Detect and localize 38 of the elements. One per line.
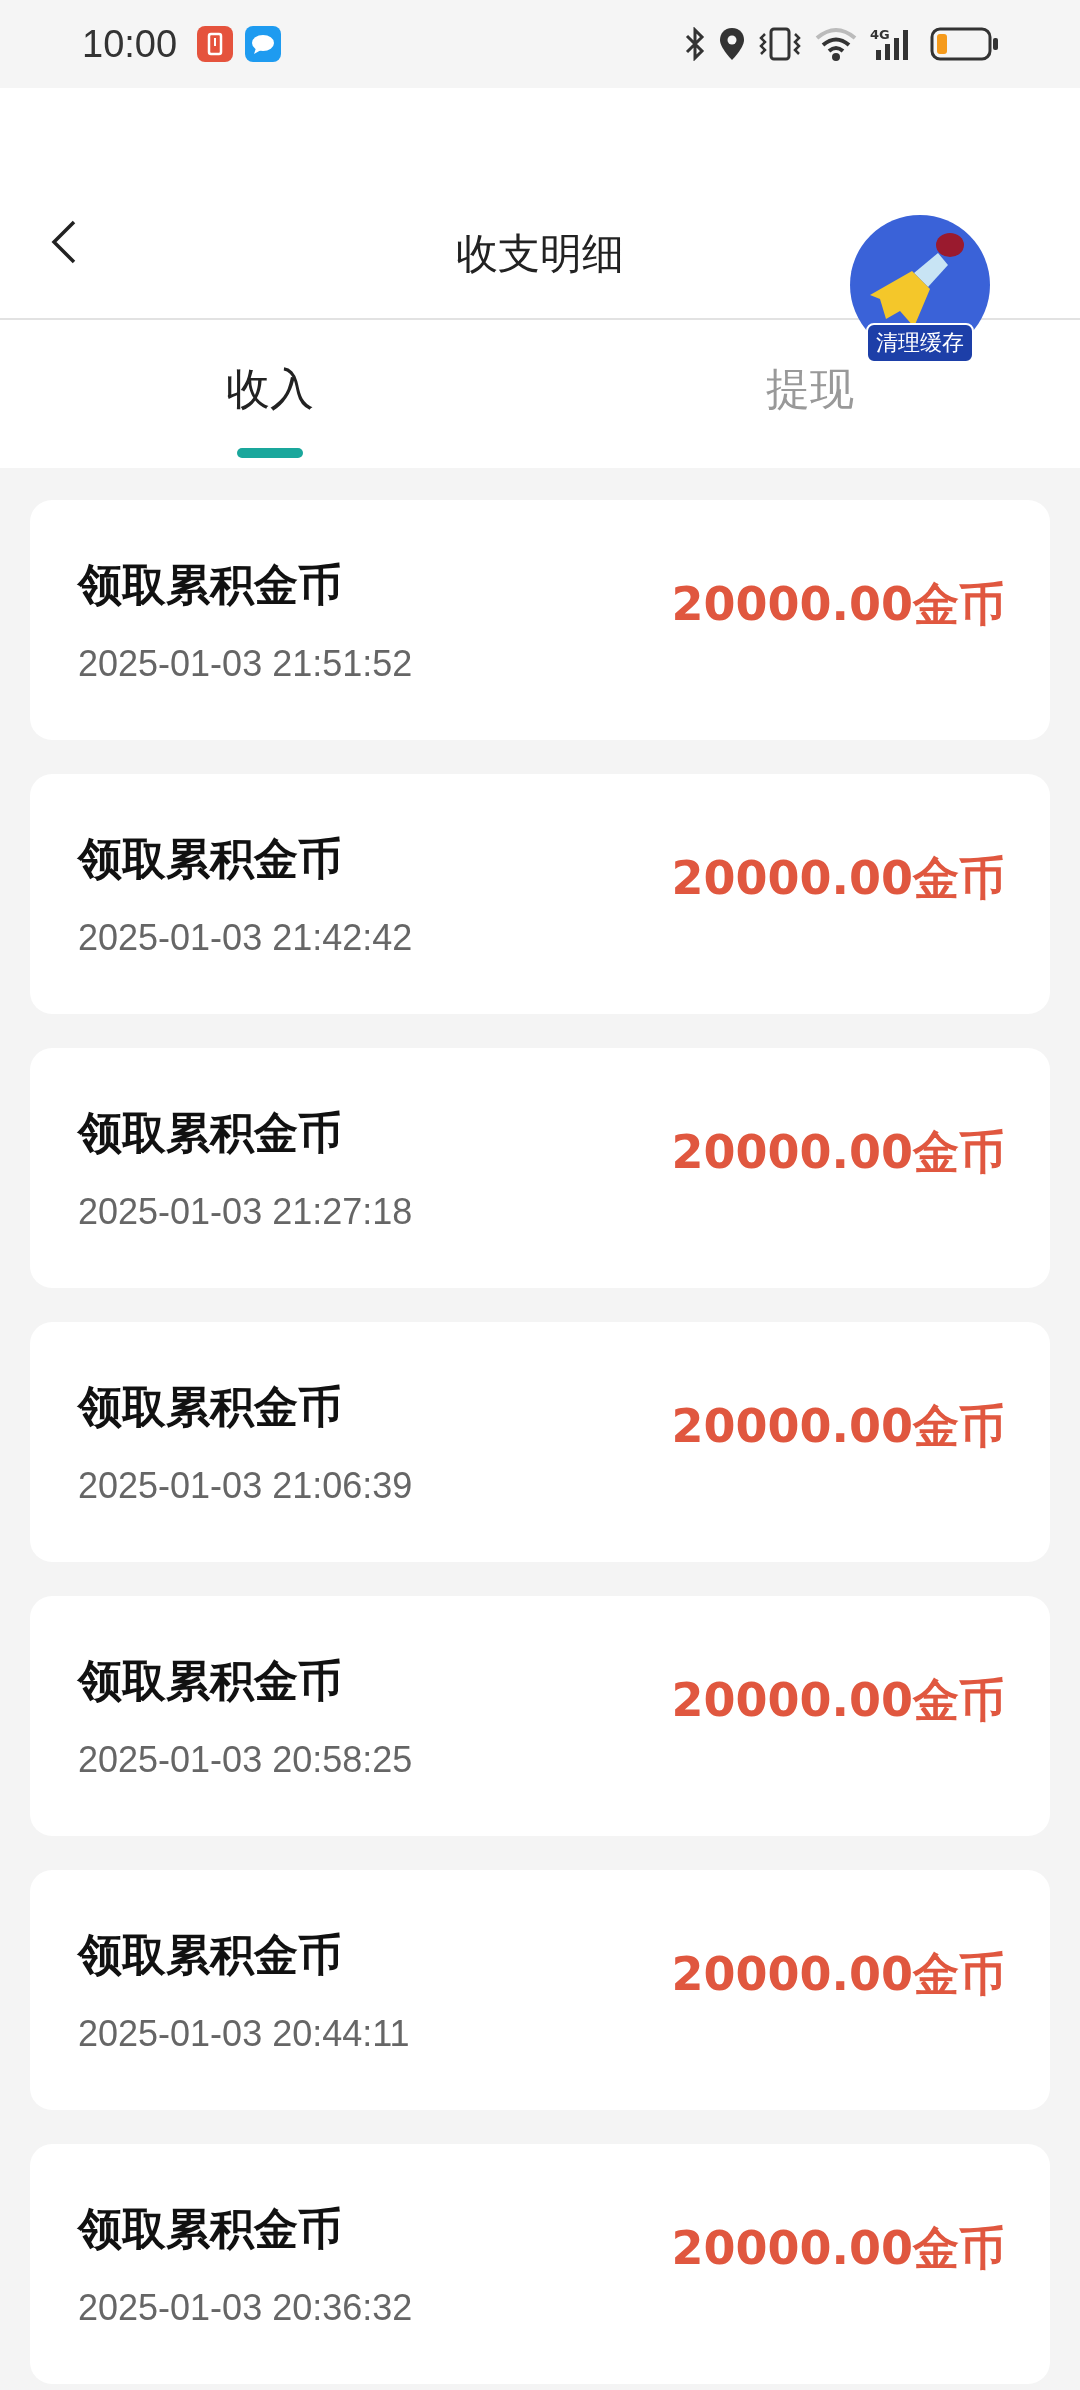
record-title: 领取累积金币 — [78, 1105, 343, 1160]
status-time: 10:00 — [82, 22, 178, 66]
page-title: 收支明细 — [456, 228, 624, 280]
record-time: 2025-01-03 21:06:39 — [78, 1464, 414, 1507]
record-title: 领取累积金币 — [78, 557, 343, 612]
record-title: 领取累积金币 — [78, 831, 343, 886]
record-time: 2025-01-03 21:51:52 — [78, 642, 414, 685]
record-card[interactable]: 领取累积金币 2025-01-03 21:51:52 20000.00金币 — [30, 500, 1050, 740]
record-time: 2025-01-03 20:36:32 — [78, 2286, 414, 2329]
record-title: 领取累积金币 — [78, 1653, 343, 1708]
record-time: 2025-01-03 20:44:11 — [78, 2012, 411, 2055]
record-time: 2025-01-03 21:42:42 — [78, 916, 414, 959]
record-amount: 20000.00金币 — [671, 850, 1005, 907]
record-title: 领取累积金币 — [78, 2201, 343, 2256]
record-amount: 20000.00金币 — [671, 1398, 1005, 1455]
battery-alert-icon — [197, 26, 234, 62]
record-title: 领取累积金币 — [78, 1379, 343, 1434]
record-card[interactable]: 领取累积金币 2025-01-03 20:44:11 20000.00金币 — [30, 1870, 1050, 2110]
record-amount: 20000.00金币 — [671, 2220, 1005, 2277]
record-amount: 20000.00金币 — [671, 1672, 1005, 1729]
record-card[interactable]: 领取累积金币 2025-01-03 21:27:18 20000.00金币 — [30, 1048, 1050, 1288]
record-card[interactable]: 领取累积金币 2025-01-03 20:58:25 20000.00金币 — [30, 1596, 1050, 1836]
message-app-icon — [245, 26, 282, 62]
bluetooth-icon — [684, 27, 706, 61]
record-time: 2025-01-03 20:58:25 — [78, 1738, 414, 1781]
record-amount: 20000.00金币 — [671, 576, 1005, 633]
record-time: 2025-01-03 21:27:18 — [78, 1190, 414, 1233]
tab[interactable]: 收入 — [0, 320, 540, 468]
record-title: 领取累积金币 — [78, 1927, 343, 1982]
record-amount: 20000.00金币 — [671, 1946, 1005, 2003]
record-amount: 20000.00金币 — [671, 1124, 1005, 1181]
location-icon — [718, 26, 746, 62]
wifi-icon — [814, 26, 858, 62]
battery-icon — [930, 26, 1000, 62]
record-card[interactable]: 领取累积金币 2025-01-03 21:06:39 20000.00金币 — [30, 1322, 1050, 1562]
record-card[interactable]: 领取累积金币 2025-01-03 20:36:32 20000.00金币 — [30, 2144, 1050, 2384]
vibrate-icon — [758, 26, 802, 62]
record-card[interactable]: 领取累积金币 2025-01-03 21:42:42 20000.00金币 — [30, 774, 1050, 1014]
